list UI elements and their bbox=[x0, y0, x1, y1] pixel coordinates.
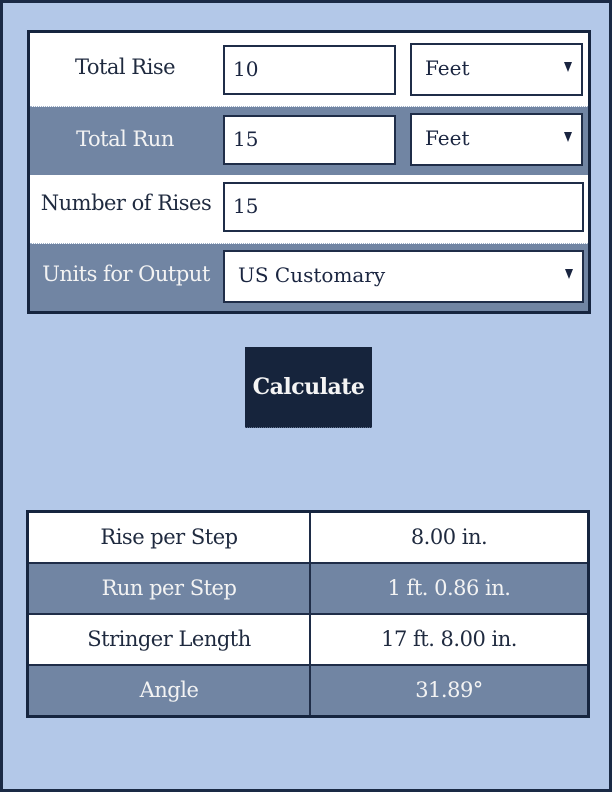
total-rise-input[interactable]: 10 bbox=[223, 45, 396, 95]
total-run-row: Total Run 15 Feet bbox=[30, 107, 588, 175]
units-for-output-select[interactable]: US Customary bbox=[223, 250, 584, 303]
units-for-output-value: US Customary bbox=[238, 263, 386, 287]
result-name: Angle bbox=[139, 678, 199, 702]
column-divider bbox=[309, 513, 311, 715]
number-of-rises-input[interactable]: 15 bbox=[223, 182, 584, 232]
result-value: 1 ft. 0.86 in. bbox=[387, 576, 511, 600]
table-row: Run per Step 1 ft. 0.86 in. bbox=[29, 564, 587, 615]
dropdown-arrow-icon bbox=[565, 269, 573, 279]
dropdown-arrow-icon bbox=[564, 62, 572, 72]
table-row: Angle 31.89° bbox=[29, 666, 587, 715]
total-rise-row: Total Rise 10 Feet bbox=[30, 33, 588, 107]
number-of-rises-row: Number of Rises 15 bbox=[30, 175, 588, 244]
total-rise-unit-select[interactable]: Feet bbox=[410, 43, 583, 96]
number-of-rises-label: Number of Rises bbox=[40, 191, 212, 215]
input-form: Total Rise 10 Feet Total Run 15 Feet Num… bbox=[27, 30, 591, 314]
dropdown-arrow-icon bbox=[564, 132, 572, 142]
calculator-frame: Total Rise 10 Feet Total Run 15 Feet Num… bbox=[0, 0, 612, 792]
result-name: Stringer Length bbox=[87, 627, 251, 651]
table-row: Rise per Step 8.00 in. bbox=[29, 513, 587, 564]
result-value: 31.89° bbox=[415, 678, 483, 702]
table-row: Stringer Length 17 ft. 8.00 in. bbox=[29, 615, 587, 666]
calculate-button[interactable]: Calculate bbox=[245, 347, 372, 428]
total-rise-label: Total Rise bbox=[74, 55, 176, 79]
result-value: 8.00 in. bbox=[410, 525, 488, 549]
units-for-output-row: Units for Output US Customary bbox=[30, 244, 588, 311]
total-run-input[interactable]: 15 bbox=[223, 115, 396, 165]
total-run-unit-value: Feet bbox=[425, 126, 470, 150]
units-for-output-label: Units for Output bbox=[42, 262, 210, 286]
total-run-unit-select[interactable]: Feet bbox=[410, 113, 583, 166]
result-name: Run per Step bbox=[101, 576, 237, 600]
total-rise-unit-value: Feet bbox=[425, 56, 470, 80]
result-name: Rise per Step bbox=[100, 525, 238, 549]
result-value: 17 ft. 8.00 in. bbox=[381, 627, 517, 651]
results-table: Rise per Step 8.00 in. Run per Step 1 ft… bbox=[26, 510, 590, 718]
total-run-label: Total Run bbox=[76, 127, 174, 151]
